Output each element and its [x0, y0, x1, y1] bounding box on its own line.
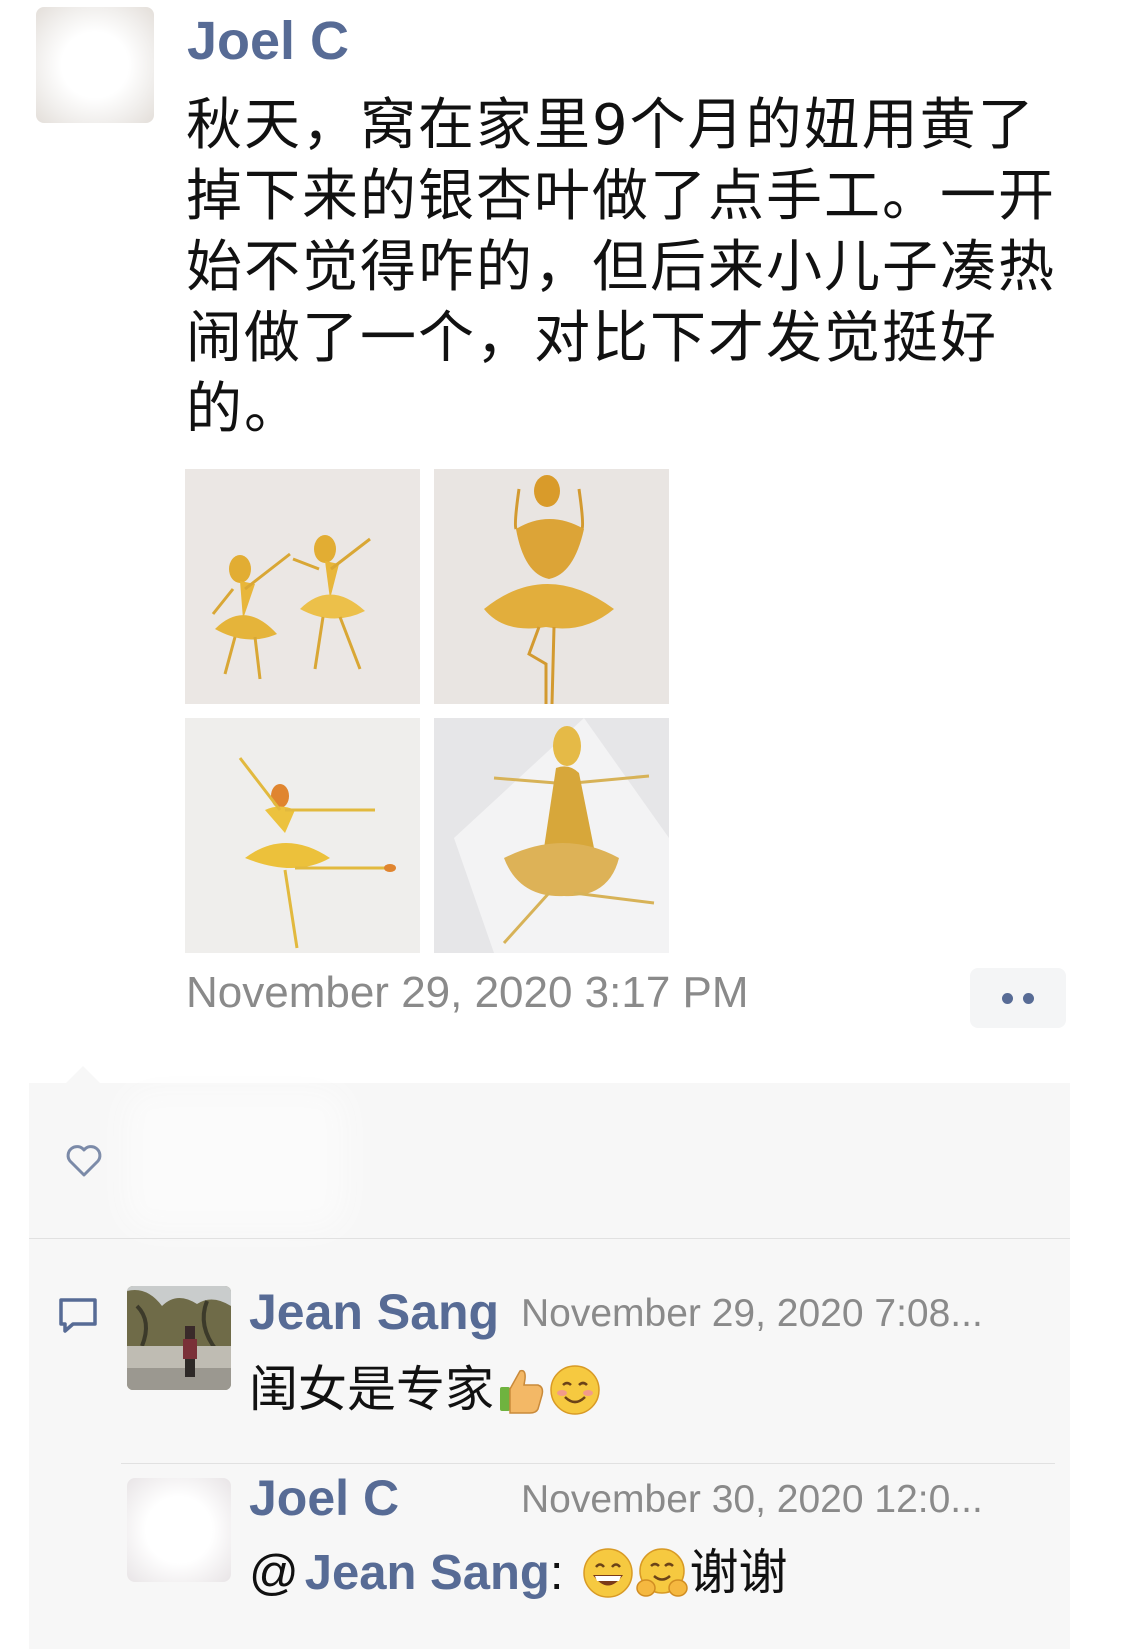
comment-timestamp: November 29, 2020 7:08... — [521, 1292, 983, 1335]
heart-icon — [66, 1145, 102, 1177]
post-text-line: 闹做了一个，对比下才发觉挺好 — [186, 306, 998, 371]
ginkgo-leaf-dancer-large-skirt-photo[interactable] — [434, 718, 669, 953]
post-text-line: 始不觉得咋的，但后来小儿子凑热 — [186, 235, 1056, 300]
comment-panel-caret — [66, 1066, 100, 1083]
post-author-name[interactable]: Joel C — [187, 8, 349, 74]
mention-link[interactable]: Jean Sang — [305, 1540, 550, 1606]
reply-text[interactable]: @ Jean Sang : 谢谢 — [249, 1540, 788, 1606]
commenter-name[interactable]: Jean Sang — [249, 1279, 499, 1345]
ginkgo-leaf-dancers-photo[interactable] — [185, 469, 420, 704]
ginkgo-leaf-ballerina-photo[interactable] — [434, 469, 669, 704]
comment-panel: Jean Sang November 29, 2020 7:08... 闺女是专… — [29, 1083, 1070, 1649]
reply-author-avatar[interactable] — [127, 1478, 231, 1582]
mention-separator: : — [549, 1546, 564, 1600]
smiling-face-emoji — [550, 1365, 600, 1415]
more-dots-icon — [1023, 992, 1034, 1004]
likes-list[interactable] — [145, 1109, 325, 1209]
comment-icon — [59, 1298, 97, 1333]
mention-prefix: @ — [249, 1546, 299, 1600]
more-options-button[interactable] — [970, 968, 1066, 1028]
comment-text[interactable]: 闺女是专家 — [249, 1357, 602, 1423]
post-text-line: 掉下来的银杏叶做了点手工。一开 — [186, 164, 1056, 229]
post-timestamp: November 29, 2020 3:17 PM — [186, 968, 749, 1017]
more-dots-icon — [1002, 992, 1013, 1004]
grinning-face-emoji — [583, 1548, 634, 1598]
ginkgo-leaf-dancer-arabesque-photo[interactable] — [185, 718, 420, 953]
post-text: 秋天，窝在家里9个月的妞用黄了 掉下来的银杏叶做了点手工。一开 始不觉得咋的，但… — [186, 90, 1086, 445]
reply-timestamp: November 30, 2020 12:0... — [521, 1478, 983, 1521]
post-text-line: 秋天，窝在家里9个月的妞用黄了 — [186, 93, 1036, 158]
hugging-face-emoji — [636, 1548, 689, 1597]
divider — [29, 1238, 1070, 1239]
commenter-avatar[interactable] — [127, 1286, 231, 1390]
comment-body: 闺女是专家 — [249, 1361, 495, 1418]
reply-body: 谢谢 — [689, 1544, 788, 1601]
thumbs-up-emoji — [500, 1369, 544, 1414]
author-avatar[interactable] — [36, 7, 154, 123]
divider — [121, 1463, 1055, 1464]
reply-author-name[interactable]: Joel C — [249, 1465, 399, 1531]
post-text-line: 的。 — [186, 377, 302, 442]
